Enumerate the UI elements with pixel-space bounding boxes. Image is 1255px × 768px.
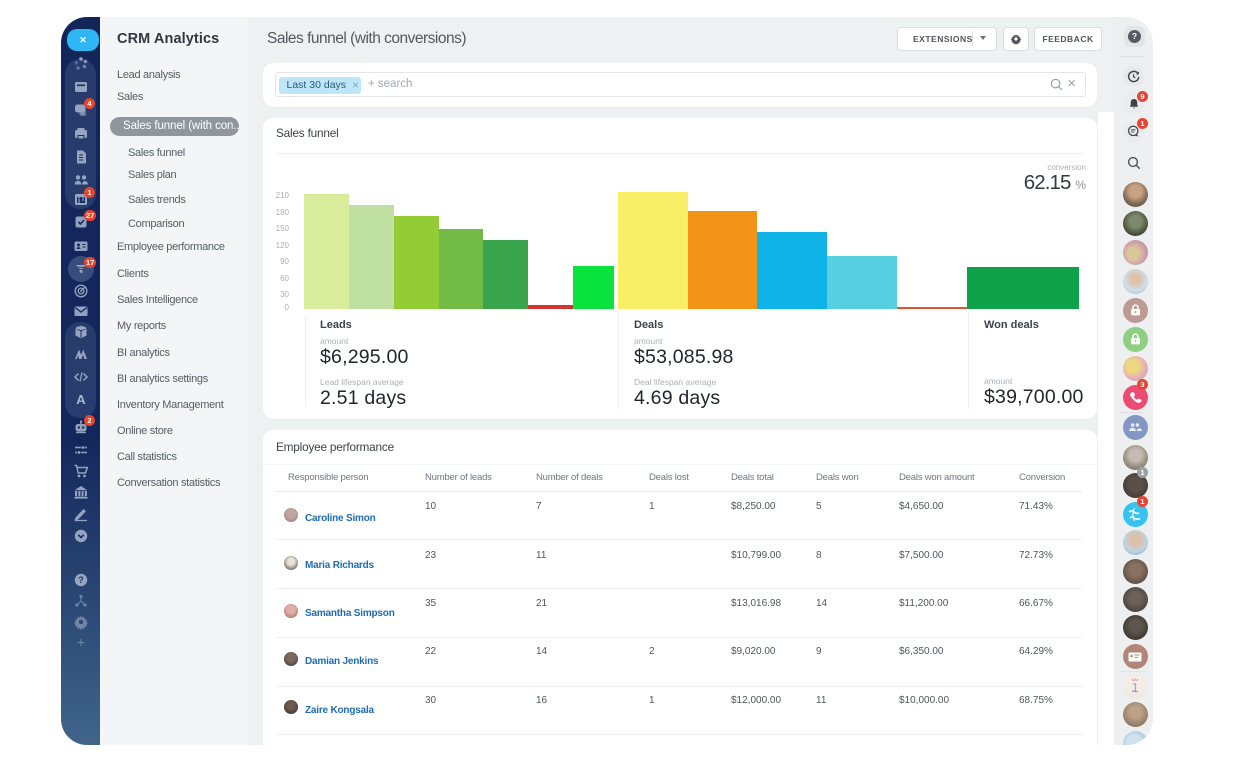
svg-text:?: ? <box>78 575 84 585</box>
